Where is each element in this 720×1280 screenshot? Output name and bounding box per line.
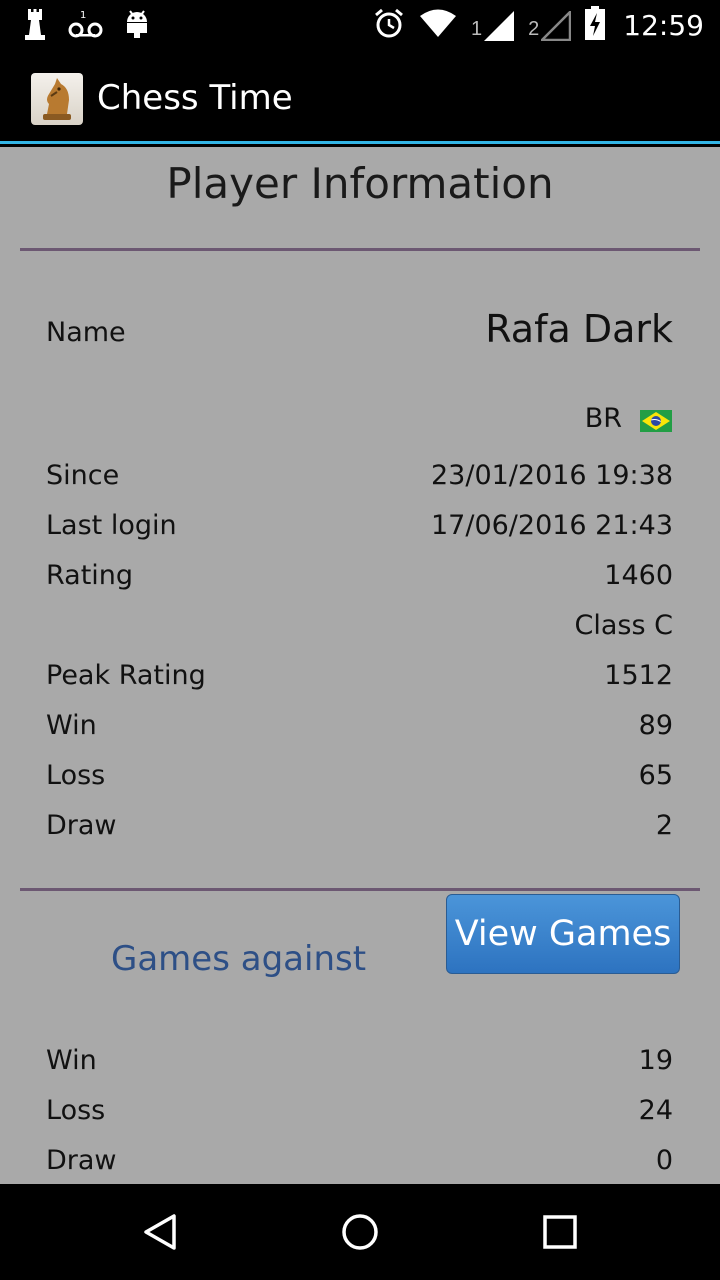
loss-label: Loss <box>46 760 106 791</box>
home-icon[interactable] <box>340 1212 380 1252</box>
signal-sim1-icon: 1 <box>471 10 515 41</box>
player-name: Rafa Dark <box>485 307 673 351</box>
alarm-icon <box>373 7 405 44</box>
vs-draw-label: Draw <box>46 1145 117 1176</box>
class-value: Class C <box>574 610 673 641</box>
draw-label: Draw <box>46 810 117 841</box>
vs-loss-value: 24 <box>638 1095 673 1126</box>
android-icon <box>124 8 150 45</box>
navigation-bar <box>0 1184 720 1280</box>
vs-draw-value: 0 <box>655 1145 673 1176</box>
chess-knight-icon[interactable] <box>31 73 83 125</box>
win-value: 89 <box>638 710 673 741</box>
section-divider <box>20 248 700 251</box>
battery-charging-icon <box>585 6 606 45</box>
games-against-heading: Games against <box>111 939 367 979</box>
since-value: 23/01/2016 19:38 <box>430 460 673 491</box>
country-code: BR <box>584 403 622 434</box>
signal-sim2-icon: 2 <box>528 10 572 41</box>
name-label: Name <box>46 317 126 348</box>
status-bar: 1 1 2 12:59 <box>0 0 720 50</box>
back-icon[interactable] <box>140 1212 180 1252</box>
loss-value: 65 <box>638 760 673 791</box>
wifi-icon <box>419 7 457 44</box>
view-games-button[interactable]: View Games <box>446 894 680 974</box>
section-divider <box>20 888 700 891</box>
svg-text:1: 1 <box>80 10 86 21</box>
clock: 12:59 <box>623 9 704 42</box>
draw-value: 2 <box>655 810 673 841</box>
peak-rating-label: Peak Rating <box>46 660 206 691</box>
player-info-screen[interactable]: Player Information Name Rafa Dark BR Sin… <box>0 147 720 1184</box>
peak-rating-value: 1512 <box>604 660 673 691</box>
voicemail-icon: 1 <box>68 8 104 45</box>
last-login-value: 17/06/2016 21:43 <box>430 510 673 541</box>
country: BR <box>585 403 672 434</box>
brazil-flag-icon <box>640 408 672 432</box>
app-bar: Chess Time <box>0 50 720 144</box>
app-title: Chess Time <box>97 78 293 118</box>
vs-win-label: Win <box>46 1045 97 1076</box>
vs-win-value: 19 <box>638 1045 673 1076</box>
page-title: Player Information <box>166 159 554 208</box>
vs-loss-label: Loss <box>46 1095 106 1126</box>
recents-icon[interactable] <box>540 1212 580 1252</box>
rating-label: Rating <box>46 560 134 591</box>
last-login-label: Last login <box>46 510 177 541</box>
rating-value: 1460 <box>604 560 673 591</box>
chess-notification-icon <box>22 8 48 45</box>
win-label: Win <box>46 710 97 741</box>
since-label: Since <box>46 460 120 491</box>
